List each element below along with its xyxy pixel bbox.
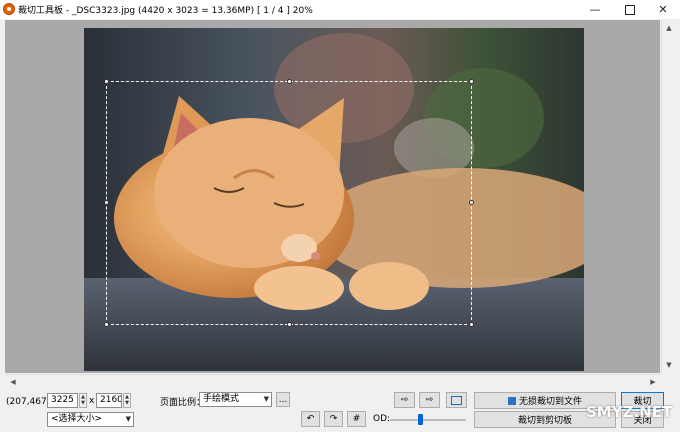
crop-selection[interactable] (106, 81, 472, 325)
app-icon (3, 3, 15, 15)
ratio-value: 手绘模式 (203, 394, 240, 404)
ratio-select[interactable]: 手绘模式 ▼ (199, 392, 272, 407)
lossless-crop-label: 无损裁切到文件 (518, 397, 582, 407)
crop-button[interactable]: 裁切 (621, 392, 664, 409)
height-spinner[interactable]: ▲ ▼ (123, 393, 131, 408)
maximize-icon (625, 4, 635, 15)
horizontal-scrollbar[interactable]: ◀ ▶ (5, 374, 661, 389)
crop-handle-bottom-right[interactable] (469, 322, 474, 327)
scroll-down-icon[interactable]: ▼ (662, 359, 676, 371)
lossless-crop-button[interactable]: 无损裁切到文件 (474, 392, 616, 409)
height-input[interactable]: 2160 (96, 393, 122, 408)
vertical-scrollbar[interactable]: ▲ ▼ (661, 20, 676, 373)
width-input[interactable]: 3225 (47, 393, 78, 408)
coordinate-readout: (207,467) (6, 397, 51, 407)
minimize-icon: — (589, 3, 601, 16)
crop-handle-bottom[interactable] (287, 322, 292, 327)
maximize-button[interactable] (613, 0, 647, 19)
scroll-left-icon[interactable]: ◀ (7, 375, 19, 389)
close-icon: ✕ (658, 3, 668, 16)
rotate-left-button[interactable]: ↶ (301, 411, 320, 427)
grid-icon: # (352, 414, 361, 424)
grid-toggle-button[interactable]: # (347, 411, 366, 427)
close-window-button[interactable]: ✕ (646, 0, 680, 19)
ratio-more-button[interactable]: ... (276, 392, 290, 407)
app-title: 裁切工具板 (18, 6, 64, 16)
close-button[interactable]: 关闭 (621, 411, 664, 428)
width-spinner[interactable]: ▲ ▼ (79, 393, 87, 408)
od-slider-track (390, 419, 466, 421)
crop-to-clipboard-button[interactable]: 裁切到剪切板 (474, 411, 616, 428)
rotate-right-button[interactable]: ↷ (324, 411, 343, 427)
crop-handle-left[interactable] (104, 200, 109, 205)
rotate-left-icon: ↶ (306, 414, 315, 424)
scroll-up-icon[interactable]: ▲ (662, 22, 676, 34)
rotate-right-icon: ↷ (329, 414, 338, 424)
crop-handle-bottom-left[interactable] (104, 322, 109, 327)
scroll-right-icon[interactable]: ▶ (647, 375, 659, 389)
fit-to-window-button[interactable] (446, 392, 467, 408)
crop-handle-top[interactable] (287, 79, 292, 84)
od-slider[interactable] (390, 414, 466, 426)
next-image-button[interactable]: ⇨ (419, 392, 440, 408)
save-icon (507, 396, 516, 405)
crop-handle-right[interactable] (469, 200, 474, 205)
od-slider-thumb[interactable] (418, 414, 423, 425)
crop-handle-top-right[interactable] (469, 79, 474, 84)
arrow-right-icon: ⇨ (425, 395, 434, 405)
chevron-down-icon: ▼ (125, 415, 131, 423)
arrow-left-icon: ⇨ (400, 395, 409, 405)
minimize-button[interactable]: — (578, 0, 612, 19)
chevron-down-icon: ▼ (263, 395, 269, 403)
fit-icon (451, 395, 462, 405)
preset-size-value: <选择大小> (51, 414, 103, 424)
times-label: x (89, 396, 95, 406)
title-bar: 裁切工具板 - _DSC3323.jpg (4420 x 3023 = 13.3… (0, 0, 680, 19)
window-title: 裁切工具板 - _DSC3323.jpg (4420 x 3023 = 13.3… (18, 3, 313, 16)
prev-image-button[interactable]: ⇨ (394, 392, 415, 408)
crop-handle-top-left[interactable] (104, 79, 109, 84)
od-label: OD: (373, 414, 391, 424)
preset-size-select[interactable]: <选择大小> ▼ (47, 412, 134, 427)
file-info: - _DSC3323.jpg (4420 x 3023 = 13.36MP) [… (65, 6, 313, 16)
